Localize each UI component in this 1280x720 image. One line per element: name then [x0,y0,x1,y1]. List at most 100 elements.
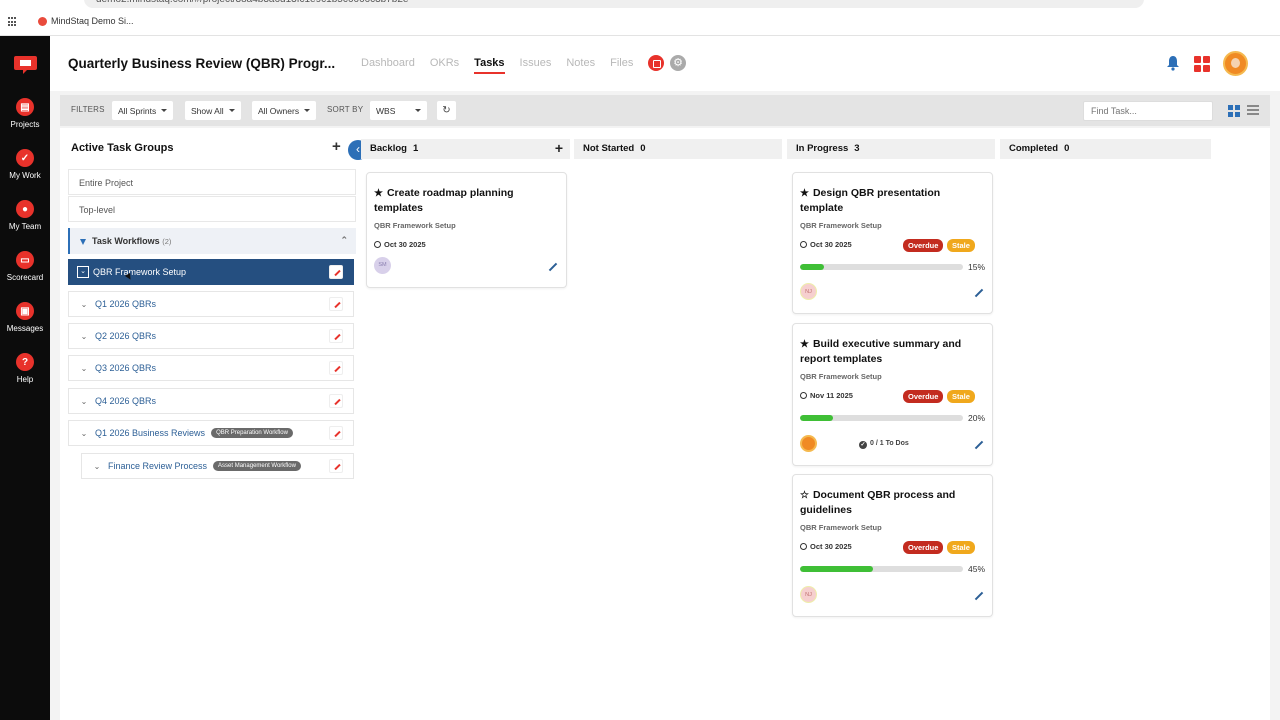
task-title: ★ Build executive summary and report temp… [800,338,962,365]
star-icon[interactable]: ★ [800,188,809,199]
refresh-icon[interactable]: ↻ [437,101,456,120]
progress-bar [800,415,963,421]
tab-dashboard[interactable]: Dashboard [361,57,415,74]
apps-menu-icon[interactable] [1194,56,1210,72]
owners-dropdown[interactable]: All Owners [252,101,317,120]
sort-by-label: SORT BY [327,105,364,114]
add-task-icon[interactable]: + [555,140,563,156]
project-header: Quarterly Business Review (QBR) Progr...… [50,36,1280,91]
workflow-qbr-framework-setup[interactable]: ⌄ QBR Framework Setup [68,259,354,285]
edit-icon[interactable] [329,329,343,343]
task-workflows-header[interactable]: Task Workflows (2) ⌃ [68,228,356,254]
record-icon[interactable] [648,55,664,71]
sidebar-item-messages[interactable]: ▣ Messages [0,302,50,333]
edit-icon[interactable] [329,361,343,375]
caret-down-icon [415,109,421,112]
sidebar-item-help[interactable]: ? Help [0,353,50,384]
task-card[interactable]: ☆ Document QBR process and guidelines QBR… [792,474,993,617]
task-card[interactable]: ★ Design QBR presentation template QBR Fr… [792,172,993,314]
group-top-level[interactable]: Top-level [68,196,356,222]
tab-okrs[interactable]: OKRs [430,57,459,74]
task-due-date: Oct 30 2025 [374,240,426,249]
help-icon: ? [16,353,34,371]
chevron-down-icon[interactable]: ⌄ [77,397,91,406]
sidebar-item-my-team[interactable]: ● My Team [0,200,50,231]
tab-issues[interactable]: Issues [520,57,552,74]
edit-pencil-icon[interactable] [547,261,558,272]
star-icon[interactable]: ★ [800,339,809,350]
sidebar-item-my-work[interactable]: ✓ My Work [0,149,50,180]
show-dropdown[interactable]: Show All [185,101,241,120]
workflow-q1-2026-qbrs[interactable]: ⌄ Q1 2026 QBRs [68,291,354,317]
edit-icon[interactable] [329,297,343,311]
avatar[interactable]: NJ [800,586,817,603]
avatar[interactable]: SM [374,257,391,274]
avatar[interactable]: NJ [800,283,817,300]
tab-files[interactable]: Files [610,57,633,74]
filter-icon [80,238,86,245]
edit-pencil-icon[interactable] [973,439,984,450]
edit-icon[interactable] [329,426,343,440]
task-title: ★ Create roadmap planning templates [374,187,514,214]
chevron-down-icon[interactable]: ⌄ [90,462,104,471]
workflow-q3-2026-qbrs[interactable]: ⌄ Q3 2026 QBRs [68,355,354,381]
column-completed-header: Completed 0 [1000,139,1211,159]
chevron-up-icon[interactable]: ⌃ [340,235,348,246]
column-in-progress-header: In Progress 3 [787,139,995,159]
column-backlog-header: Backlog 1 + [361,139,570,159]
user-avatar[interactable] [1223,51,1248,76]
task-group-label: QBR Framework Setup [800,523,882,532]
sort-dropdown[interactable]: WBS [370,101,427,120]
workflow-q4-2026-qbrs[interactable]: ⌄ Q4 2026 QBRs [68,388,354,414]
edit-pencil-icon[interactable] [973,287,984,298]
edit-icon[interactable] [329,394,343,408]
left-sidebar: ▤ Projects ✓ My Work ● My Team ▭ Scoreca… [0,36,50,720]
edit-icon[interactable] [329,459,343,473]
star-icon[interactable]: ★ [374,188,383,199]
chevron-down-icon[interactable]: ⌄ [77,429,91,438]
star-outline-icon[interactable]: ☆ [800,490,809,501]
sprints-dropdown[interactable]: All Sprints [112,101,174,120]
avatar[interactable] [800,435,817,452]
task-group-label: QBR Framework Setup [374,221,456,230]
board-view-icon[interactable] [1228,105,1240,117]
add-group-icon[interactable]: + [332,139,341,154]
overdue-badge: Overdue [903,541,944,554]
task-due-date: Nov 11 2025 [800,391,853,400]
chevron-down-icon[interactable]: ⌄ [77,266,89,278]
sidebar-item-projects[interactable]: ▤ Projects [0,98,50,129]
mindstaq-logo[interactable] [13,54,38,76]
workflow-q2-2026-qbrs[interactable]: ⌄ Q2 2026 QBRs [68,323,354,349]
workflow-q1-2026-business-reviews[interactable]: ⌄ Q1 2026 Business Reviews QBR Preparati… [68,420,354,446]
tab-tasks[interactable]: Tasks [474,57,505,74]
task-card[interactable]: ★ Create roadmap planning templates QBR F… [366,172,567,288]
column-not-started-header: Not Started 0 [574,139,782,159]
address-bar[interactable]: demo2.mindstaq.com/#/project/38a4b3a6d13… [84,0,1144,8]
team-icon: ● [16,200,34,218]
edit-pencil-icon[interactable] [973,590,984,601]
todo-count[interactable]: ✓ 0 / 1 To Dos [859,440,909,449]
task-group-label: QBR Framework Setup [800,221,882,230]
messages-icon: ▣ [16,302,34,320]
bookmark-mindstaq[interactable]: MindStaq Demo Si... [38,16,134,26]
filters-label: FILTERS [71,105,105,114]
progress-percent: 20% [967,413,985,423]
bell-icon[interactable] [1166,55,1180,71]
chevron-down-icon[interactable]: ⌄ [77,364,91,373]
list-view-icon[interactable] [1247,105,1259,116]
sidebar-item-scorecard[interactable]: ▭ Scorecard [0,251,50,282]
find-task-input[interactable] [1083,101,1213,121]
project-tabs: Dashboard OKRs Tasks Issues Notes Files [361,57,648,74]
chevron-down-icon[interactable]: ⌄ [77,300,91,309]
task-due-date: Oct 30 2025 [800,542,852,551]
edit-icon[interactable] [329,265,343,279]
tab-notes[interactable]: Notes [566,57,595,74]
workflow-finance-review-process[interactable]: ⌄ Finance Review Process Asset Managemen… [81,453,354,479]
gear-icon[interactable]: ⚙ [670,55,686,71]
task-card[interactable]: ★ Build executive summary and report temp… [792,323,993,466]
check-icon: ✓ [16,149,34,167]
progress-percent: 45% [967,564,985,574]
group-entire-project[interactable]: Entire Project [68,169,356,195]
apps-grid-icon[interactable] [8,17,18,27]
chevron-down-icon[interactable]: ⌄ [77,332,91,341]
